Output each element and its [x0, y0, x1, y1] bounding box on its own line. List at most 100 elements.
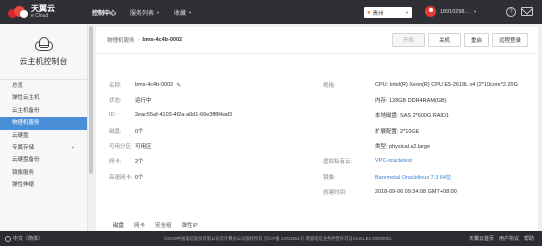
detail-row-spec-extension: 扩展配置: 2*10GE [375, 126, 419, 136]
nav-control-center-label: 控制中心 [92, 10, 117, 17]
detail-row-fast-nic: 高速网卡: 0个 [109, 172, 144, 182]
nav-service-list-label: 服务列表 [130, 10, 155, 17]
instance-id-value: 2eac55af-4103-4f2a-a0d1-66e3fff84ad3 [135, 112, 233, 118]
detail-row-zone: 可用分区: 可用区 [109, 141, 152, 151]
sidebar-item-disk-backup[interactable]: 云硬盘备份 [0, 154, 87, 166]
sidebar-header: 云主机控制台 [0, 24, 87, 80]
top-nav: 控制中心 服务列表 ▼ 收藏 ▼ [92, 0, 192, 24]
detail-label: 网卡: [109, 159, 122, 165]
footer-links: 天翼云首页 用户协议 帮助 [469, 235, 534, 242]
logo-title: 天翼云 [31, 4, 55, 13]
region-label: 贵州 [372, 10, 384, 17]
detail-row-disk: 磁盘: 0个 [109, 126, 144, 136]
location-pin-icon: ● [367, 9, 371, 16]
nav-control-center[interactable]: 控制中心 [92, 8, 116, 17]
cloud-host-icon [32, 36, 56, 52]
detail-row-image: 镜像: Baremetal Oraclelinux 7.3 64位 [323, 172, 451, 182]
globe-icon [5, 235, 11, 242]
sidebar-item-auto-scaling[interactable]: 弹性伸缩 [0, 179, 87, 191]
region-selector[interactable]: ● 贵州 ▼ [364, 7, 412, 18]
nic-count-value: 2个 [135, 159, 144, 165]
status-badge: 运行中 [135, 98, 152, 104]
zone-value: 可用区 [135, 144, 152, 150]
detail-row-status: 状态: 运行中 [109, 95, 152, 105]
spec-extension-value: 扩展配置: 2*10GE [375, 129, 420, 135]
sidebar-item-elastic-cloud-host[interactable]: 弹性云主机 [0, 92, 87, 104]
user-menu[interactable]: 18910298... ▼ [425, 6, 477, 17]
sidebar-item-bare-metal[interactable]: 物理机服务 [0, 117, 87, 130]
sidebar-item-label: 弹性伸缩 [12, 182, 35, 189]
avatar [425, 6, 436, 17]
edit-pencil-icon[interactable]: ✎ [176, 82, 181, 89]
sidebar-item-dedicated-storage[interactable]: 专属存储 ▼ [0, 142, 87, 154]
spec-memory-value: 内存: 128GB DDR4RAM(GB) [375, 98, 447, 104]
sidebar-item-label: 镜像服务 [12, 169, 35, 176]
breadcrumb-separator: › [137, 37, 140, 43]
ecloud-logo[interactable]: 天翼云 e Cloud [8, 3, 55, 21]
copyright-text: ©2018中国电信股份有限公司云计算分公司版权所有 京ICP备 12022551… [164, 236, 392, 241]
nav-service-list[interactable]: 服务列表 ▼ [130, 8, 160, 17]
sidebar-item-cloud-host-backup[interactable]: 云主机备份 [0, 105, 87, 117]
sidebar-item-overview[interactable]: 总览 [0, 80, 87, 92]
instance-name-value: bms-4c4b-0002 [135, 82, 174, 88]
nav-favorites[interactable]: 收藏 ▼ [174, 8, 192, 17]
detail-row-spec-type: 类型: physical.s2.large [375, 141, 430, 151]
sidebar-menu: 总览 弹性云主机 云主机备份 物理机服务 云硬盘 专属存储 ▼ 云硬盘备份 镜像服… [0, 80, 87, 192]
detail-label: 规格: [323, 83, 336, 89]
spec-type-value: 类型: physical.s2.large [375, 144, 431, 150]
logo-subtitle: e Cloud [31, 13, 49, 19]
detail-row-spec-memory: 内存: 128GB DDR4RAM(GB) [375, 95, 447, 105]
footer-link-agreement[interactable]: 用户协议 [499, 235, 519, 242]
detail-label: 创建时间: [323, 190, 347, 196]
scrollbar-thumb[interactable] [89, 26, 93, 174]
language-selector[interactable]: 中文（简体） [5, 235, 43, 242]
created-time-value: 2018-09-06 09:34:08 GMT+08:00 [375, 189, 457, 195]
remote-login-button[interactable]: 远程登录 [492, 33, 528, 47]
sidebar-item-label: 物理机服务 [12, 120, 40, 127]
fast-nic-count-value: 0个 [135, 175, 144, 181]
detail-row-id: ID: 2eac55af-4103-4f2a-a0d1-66e3fff84ad3 [109, 110, 232, 120]
detail-row-spec-cpu: 规格: CPU: Intel(R) Xeon(R) CPU E5-2618L v… [323, 80, 518, 90]
sidebar-item-image-service[interactable]: 镜像服务 [0, 167, 87, 179]
mail-icon[interactable] [521, 7, 533, 16]
action-toolbar: 开机 关机 重启 远程登录 [392, 33, 528, 47]
detail-label: 状态: [109, 98, 122, 104]
chevron-down-icon: ▼ [71, 144, 75, 150]
sidebar-scrollbar[interactable] [89, 24, 93, 231]
ecloud-logo-icon [8, 5, 28, 19]
sidebar: 云主机控制台 总览 弹性云主机 云主机备份 物理机服务 云硬盘 专属存储 ▼ 云硬… [0, 24, 88, 231]
sidebar-item-label: 专属存储 [12, 144, 35, 151]
start-button[interactable]: 开机 [392, 33, 425, 47]
disk-count-value: 0个 [135, 129, 144, 135]
sidebar-title: 云主机控制台 [19, 57, 68, 66]
chevron-down-icon: ▼ [405, 10, 409, 15]
detail-label: 名称: [109, 83, 122, 89]
vpc-link[interactable]: VPC-oracletest [375, 158, 412, 164]
chevron-down-icon: ▼ [473, 9, 478, 14]
footer-link-help[interactable]: 帮助 [524, 235, 534, 242]
detail-row-spec-disk: 本地磁盘: SAS 2*600G RAID1 [375, 110, 449, 120]
sidebar-item-label: 总览 [12, 83, 24, 89]
sidebar-item-label: 弹性云主机 [12, 95, 40, 102]
sidebar-item-label: 云主机备份 [12, 107, 40, 114]
detail-row-vpc: 虚拟私有云: VPC-oracletest [323, 156, 412, 166]
stop-button[interactable]: 关机 [428, 33, 461, 47]
detail-row-created: 创建时间: 2018-09-06 09:34:08 GMT+08:00 [323, 187, 457, 197]
sidebar-item-cloud-disk[interactable]: 云硬盘 [0, 130, 87, 142]
main-panel: 物理机服务 › bms-4c4b-0002 开机 关机 重启 远程登录 名称: … [96, 27, 538, 232]
image-link[interactable]: Baremetal Oraclelinux 7.3 64位 [375, 173, 451, 181]
sidebar-item-label: 云硬盘备份 [12, 157, 40, 164]
chevron-down-icon: ▼ [156, 9, 160, 15]
detail-label: 镜像: [323, 175, 336, 181]
help-icon[interactable]: ? [506, 7, 516, 17]
chevron-down-icon: ▼ [188, 9, 192, 15]
nav-favorites-label: 收藏 [174, 10, 187, 17]
reboot-button[interactable]: 重启 [464, 33, 489, 47]
user-account-label: 18910298... [440, 8, 470, 15]
footer-link-home[interactable]: 天翼云首页 [469, 235, 494, 242]
breadcrumb-parent-link[interactable]: 物理机服务 [107, 36, 135, 44]
sidebar-item-label: 云硬盘 [12, 132, 29, 139]
footer: 中文（简体） ©2018中国电信股份有限公司云计算分公司版权所有 京ICP备 1… [0, 231, 542, 246]
spec-local-disk-value: 本地磁盘: SAS 2*600G RAID1 [375, 113, 449, 119]
top-navigation-bar: 天翼云 e Cloud 控制中心 服务列表 ▼ 收藏 ▼ ● 贵州 ▼ 1891… [0, 0, 542, 24]
